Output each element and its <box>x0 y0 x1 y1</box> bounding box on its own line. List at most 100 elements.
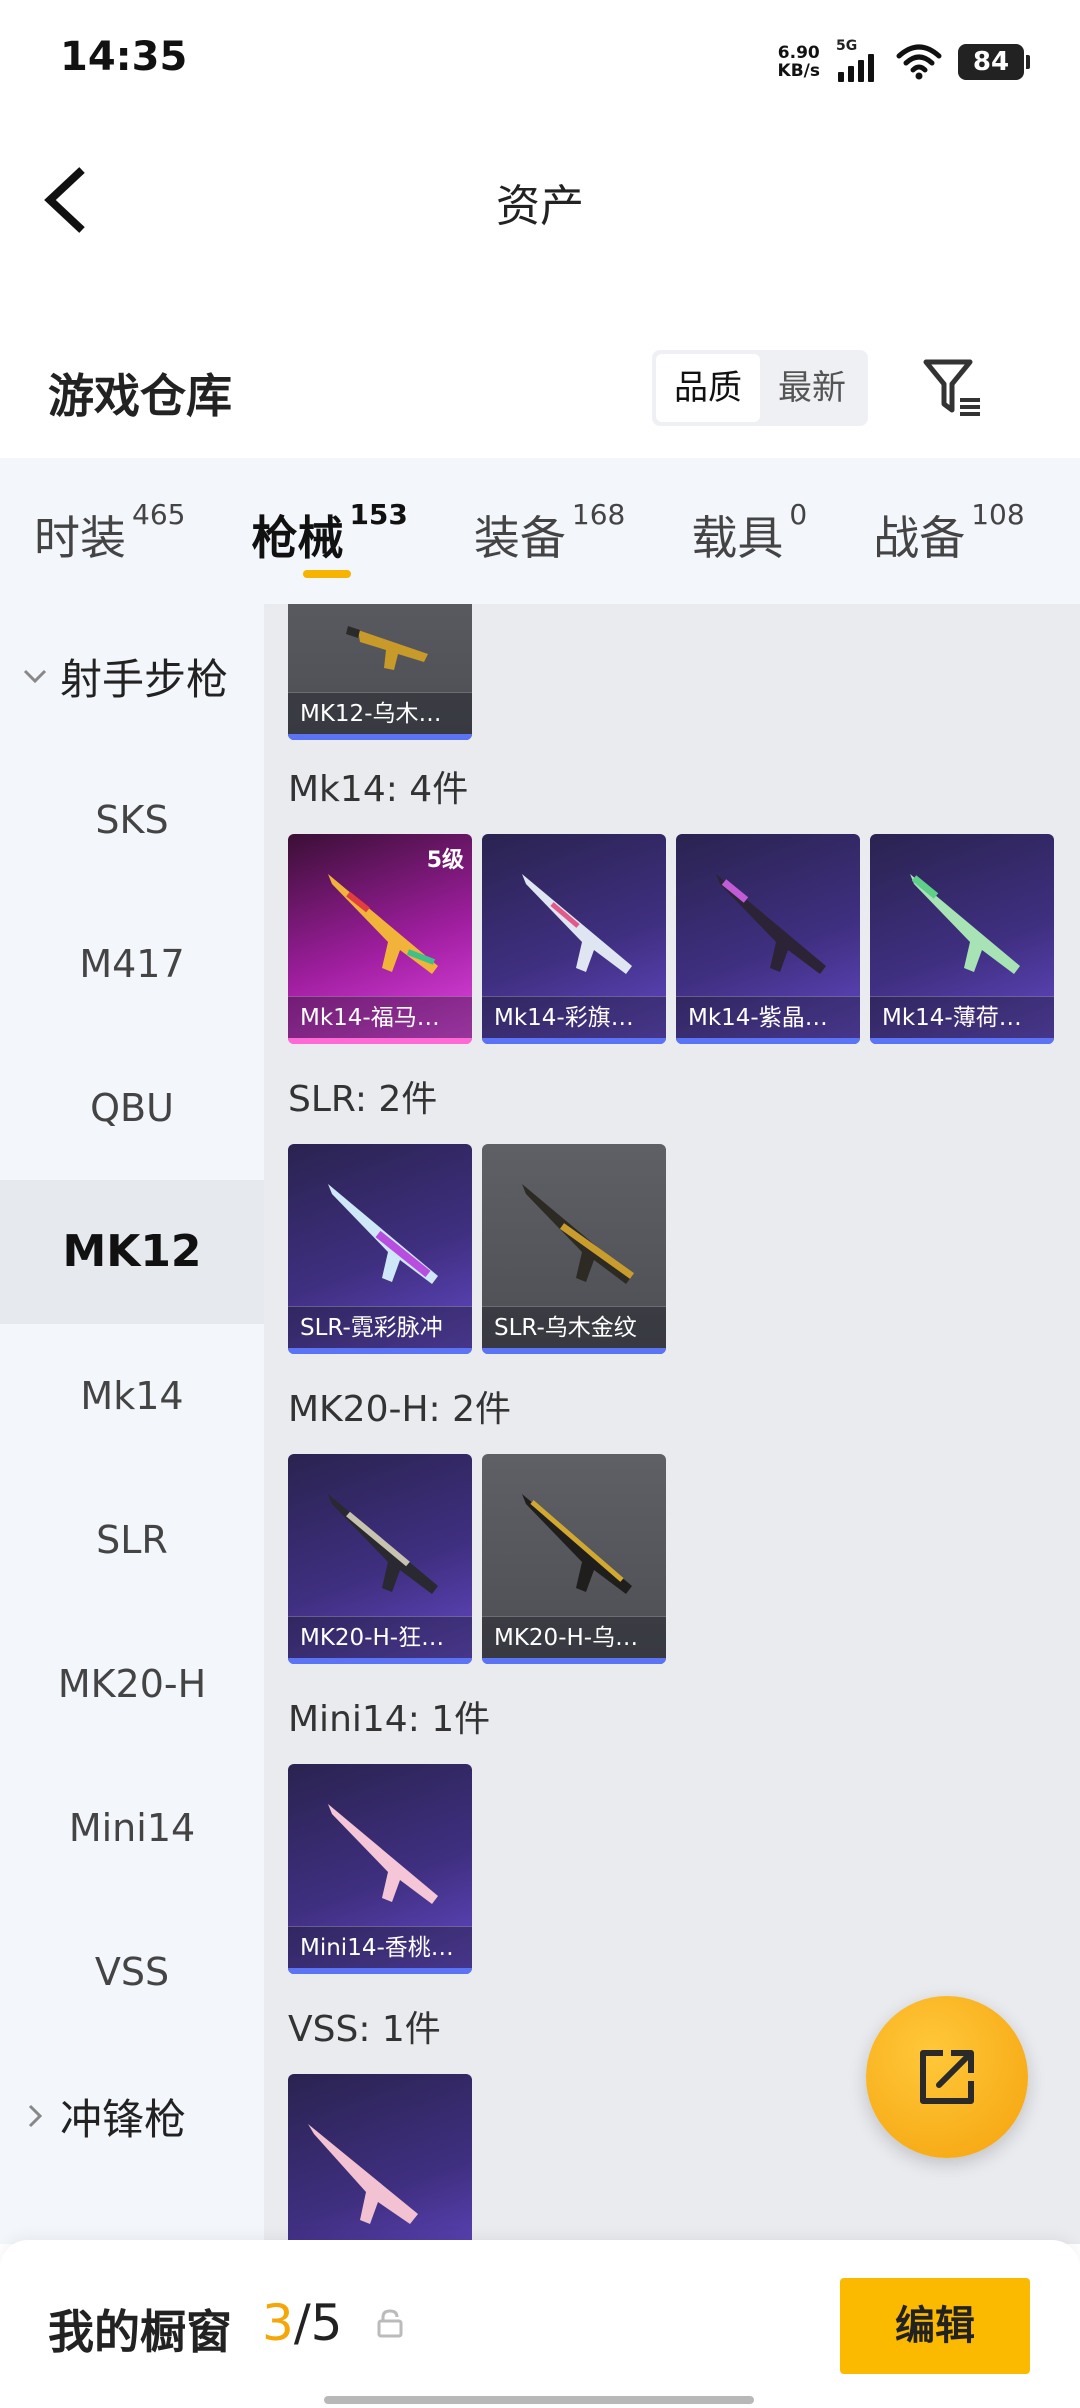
sidebar-item-mk20-h[interactable]: MK20-H <box>0 1612 264 1756</box>
skin-card[interactable]: SLR-乌木金纹 <box>482 1144 666 1354</box>
sidebar-group-label: 冲锋枪 <box>60 2094 187 2144</box>
tab-count: 153 <box>349 498 408 531</box>
network-speed-value: 6.90 <box>777 43 820 63</box>
section-heading-mk20-h: MK20-H: 2件 <box>288 1389 512 1430</box>
rifle-skin-image <box>522 874 632 974</box>
skin-name: MK12-乌木… <box>288 692 472 734</box>
wifi-icon <box>896 44 942 80</box>
rifle-skin-image <box>328 1804 438 1904</box>
skin-card[interactable]: Mini14-香桃… <box>288 1764 472 1974</box>
rifle-skin-image <box>522 1494 632 1594</box>
sidebar-item-mini14[interactable]: Mini14 <box>0 1756 264 1900</box>
skin-card[interactable]: MK20-H-狂… <box>288 1454 472 1664</box>
status-time: 14:35 <box>60 34 188 80</box>
tab-firearms[interactable]: 枪械 153 <box>251 458 408 604</box>
weapon-type-sidebar: 射手步枪 SKS M417 QBU MK12 Mk14 SLR MK20-H M… <box>0 604 264 2244</box>
tab-label: 载具 <box>691 511 784 565</box>
tab-count: 168 <box>571 498 626 531</box>
skin-card[interactable]: Mk14-紫晶… <box>676 834 860 1044</box>
tab-label: 装备 <box>473 511 566 565</box>
skin-card[interactable]: MK12-乌木… <box>288 604 472 740</box>
skin-card[interactable]: 5级 Mk14-福马… <box>288 834 472 1044</box>
sidebar-item-m417[interactable]: M417 <box>0 892 264 1036</box>
section-heading-vss: VSS: 1件 <box>288 2009 441 2050</box>
share-button[interactable] <box>866 1996 1028 2158</box>
sidebar-item-mk14[interactable]: Mk14 <box>0 1324 264 1468</box>
skin-name: SLR-霓彩脉冲 <box>288 1306 472 1348</box>
sidebar-item-slr[interactable]: SLR <box>0 1468 264 1612</box>
sidebar-group-marksman-rifle[interactable]: 射手步枪 <box>0 604 264 748</box>
rifle-skin-image <box>910 874 1020 974</box>
skin-card[interactable]: Mk14-薄荷… <box>870 834 1054 1044</box>
rifle-skin-image <box>328 1494 438 1594</box>
top-nav-bar: 资产 <box>0 120 1080 270</box>
showcase-label: 我的橱窗 <box>48 2305 232 2359</box>
tab-outfits[interactable]: 时装 465 <box>34 458 185 604</box>
sort-option-quality[interactable]: 品质 <box>656 354 760 422</box>
skin-card[interactable]: SLR-霓彩脉冲 <box>288 1144 472 1354</box>
rarity-bar <box>288 1968 472 1974</box>
tab-count: 108 <box>971 498 1025 531</box>
sidebar-item-vss[interactable]: VSS <box>0 1900 264 2044</box>
sort-option-latest[interactable]: 最新 <box>760 354 864 422</box>
share-icon <box>920 2050 974 2104</box>
active-tab-indicator <box>303 570 352 578</box>
skin-name: MK20-H-狂… <box>288 1616 472 1658</box>
cellular-signal-icon: 5G <box>836 38 880 82</box>
tab-count: 465 <box>132 498 186 531</box>
skin-name: Mk14-紫晶… <box>676 996 860 1038</box>
sidebar-item-sks[interactable]: SKS <box>0 748 264 892</box>
tab-vehicles[interactable]: 载具 0 <box>691 458 807 604</box>
edit-button[interactable]: 编辑 <box>840 2278 1030 2374</box>
tab-label: 时装 <box>34 511 126 565</box>
page-title: 资产 <box>496 181 584 232</box>
showcase-bar: 我的橱窗 3/5 编辑 <box>0 2240 1080 2408</box>
tab-count: 0 <box>789 498 808 531</box>
tab-label: 战备 <box>873 511 966 565</box>
rifle-skin-image <box>346 626 428 670</box>
sidebar-item-qbu[interactable]: QBU <box>0 1036 264 1180</box>
home-indicator <box>324 2396 754 2404</box>
sort-toggle: 品质 最新 <box>652 350 868 426</box>
showcase-count: 3/5 <box>262 2294 342 2352</box>
skin-level-badge: 5级 <box>426 848 464 873</box>
tab-gear[interactable]: 战备 108 <box>873 458 1024 604</box>
skin-card[interactable]: Mk14-彩旗… <box>482 834 666 1044</box>
rarity-bar <box>676 1038 860 1044</box>
skin-name: SLR-乌木金纹 <box>482 1306 666 1348</box>
tab-equipment[interactable]: 装备 168 <box>474 458 625 604</box>
sidebar-item-mk12[interactable]: MK12 <box>0 1180 264 1324</box>
skin-name: Mk14-薄荷… <box>870 996 1054 1038</box>
section-heading-mini14: Mini14: 1件 <box>288 1699 491 1740</box>
section-heading-slr: SLR: 2件 <box>288 1079 438 1120</box>
section-heading-mk14: Mk14: 4件 <box>288 769 469 810</box>
rarity-bar <box>288 1658 472 1664</box>
sidebar-group-smg[interactable]: 冲锋枪 <box>0 2044 264 2188</box>
skin-card[interactable]: MK20-H-乌… <box>482 1454 666 1664</box>
skin-name: Mk14-福马… <box>288 996 472 1038</box>
showcase-current: 3 <box>262 2294 294 2352</box>
chevron-right-icon <box>28 2104 43 2128</box>
rarity-bar <box>482 1348 666 1354</box>
rifle-skin-image <box>716 874 826 974</box>
warehouse-header: 游戏仓库 品质 最新 <box>0 330 1080 450</box>
network-speed: 6.90 KB/s <box>778 44 820 80</box>
skin-name: Mini14-香桃… <box>288 1926 472 1968</box>
skin-card[interactable] <box>288 2074 472 2244</box>
tab-label: 枪械 <box>251 511 344 565</box>
rarity-bar <box>288 1348 472 1354</box>
sidebar-group-label: 射手步枪 <box>60 654 229 704</box>
status-indicators: 6.90 KB/s 5G 84 <box>778 38 1030 86</box>
category-tabs: 时装 465 枪械 153 装备 168 载具 0 战备 108 <box>0 458 1080 604</box>
showcase-total: /5 <box>293 2294 343 2352</box>
status-bar: 14:35 6.90 KB/s 5G 84 <box>0 0 1080 120</box>
battery-icon: 84 <box>958 44 1030 80</box>
network-speed-unit: KB/s <box>777 61 820 81</box>
rifle-skin-image <box>328 1184 438 1284</box>
chevron-down-icon <box>23 669 47 684</box>
warehouse-title: 游戏仓库 <box>48 369 232 423</box>
rarity-bar <box>288 1038 472 1044</box>
rifle-skin-image <box>308 2124 418 2224</box>
filter-icon <box>923 359 980 416</box>
filter-button[interactable] <box>918 354 986 422</box>
